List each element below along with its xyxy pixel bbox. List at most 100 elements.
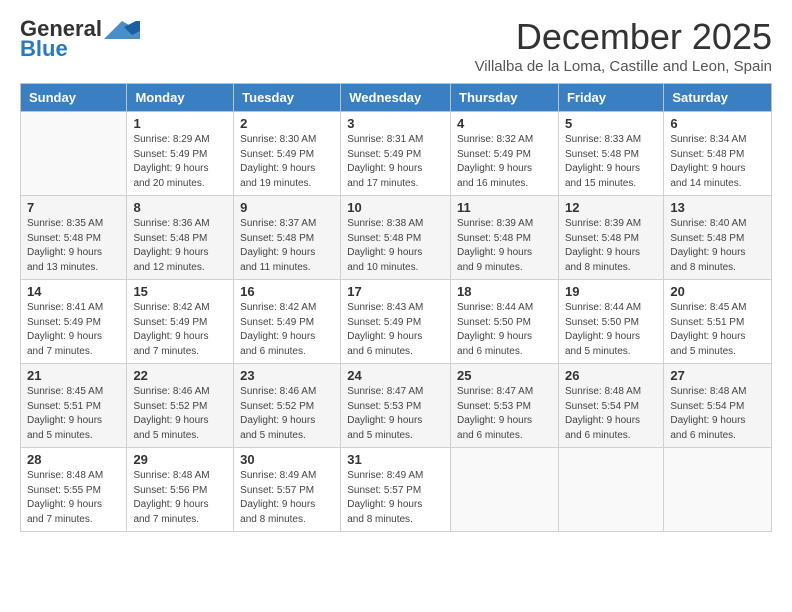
calendar-cell: 8 Sunrise: 8:36 AMSunset: 5:48 PMDaylight… xyxy=(127,196,234,280)
day-number: 20 xyxy=(670,284,765,299)
calendar-cell xyxy=(21,112,127,196)
calendar-cell xyxy=(451,448,559,532)
day-info: Sunrise: 8:49 AMSunset: 5:57 PMDaylight:… xyxy=(347,469,444,527)
day-number: 8 xyxy=(133,200,227,215)
day-info: Sunrise: 8:38 AMSunset: 5:48 PMDaylight:… xyxy=(347,217,444,275)
calendar-cell: 6Sunrise: 8:34 AMSunset: 5:48 PMDaylight… xyxy=(664,112,772,196)
week-row-5: 28 Sunrise: 8:48 AMSunset: 5:55 PMDayligh… xyxy=(21,448,772,532)
calendar-cell: 10 Sunrise: 8:38 AMSunset: 5:48 PMDayligh… xyxy=(341,196,451,280)
day-info: Sunrise: 8:43 AMSunset: 5:49 PMDaylight:… xyxy=(347,301,444,359)
day-info: Sunrise: 8:44 AMSunset: 5:50 PMDaylight:… xyxy=(457,301,552,359)
day-number: 15 xyxy=(133,284,227,299)
calendar-cell: 12Sunrise: 8:39 AMSunset: 5:48 PMDayligh… xyxy=(558,196,663,280)
logo: General Blue xyxy=(20,16,140,62)
calendar-cell: 7 Sunrise: 8:35 AMSunset: 5:48 PMDaylight… xyxy=(21,196,127,280)
header: General Blue December 2025 Villalba de l… xyxy=(20,16,772,75)
header-thursday: Thursday xyxy=(451,84,559,112)
calendar-cell: 22 Sunrise: 8:46 AMSunset: 5:52 PMDayligh… xyxy=(127,364,234,448)
calendar-cell: 9Sunrise: 8:37 AMSunset: 5:48 PMDaylight… xyxy=(234,196,341,280)
day-info: Sunrise: 8:31 AMSunset: 5:49 PMDaylight:… xyxy=(347,133,444,191)
calendar-table: SundayMondayTuesdayWednesdayThursdayFrid… xyxy=(20,83,772,532)
calendar-cell: 28 Sunrise: 8:48 AMSunset: 5:55 PMDayligh… xyxy=(21,448,127,532)
day-info: Sunrise: 8:41 AMSunset: 5:49 PMDaylight:… xyxy=(27,301,120,359)
day-number: 25 xyxy=(457,368,552,383)
day-number: 10 xyxy=(347,200,444,215)
day-info: Sunrise: 8:40 AMSunset: 5:48 PMDaylight:… xyxy=(670,217,765,275)
week-row-4: 21 Sunrise: 8:45 AMSunset: 5:51 PMDayligh… xyxy=(21,364,772,448)
week-row-1: 1 Sunrise: 8:29 AMSunset: 5:49 PMDaylight… xyxy=(21,112,772,196)
calendar-cell: 2Sunrise: 8:30 AMSunset: 5:49 PMDaylight… xyxy=(234,112,341,196)
calendar-cell: 11Sunrise: 8:39 AMSunset: 5:48 PMDayligh… xyxy=(451,196,559,280)
calendar-cell: 20Sunrise: 8:45 AMSunset: 5:51 PMDayligh… xyxy=(664,280,772,364)
day-number: 21 xyxy=(27,368,120,383)
calendar-cell: 16 Sunrise: 8:42 AMSunset: 5:49 PMDayligh… xyxy=(234,280,341,364)
month-title: December 2025 xyxy=(475,16,772,58)
day-number: 26 xyxy=(565,368,657,383)
day-number: 24 xyxy=(347,368,444,383)
day-number: 31 xyxy=(347,452,444,467)
day-number: 16 xyxy=(240,284,334,299)
calendar-cell: 1 Sunrise: 8:29 AMSunset: 5:49 PMDaylight… xyxy=(127,112,234,196)
day-number: 6 xyxy=(670,116,765,131)
day-info: Sunrise: 8:39 AMSunset: 5:48 PMDaylight:… xyxy=(565,217,657,275)
day-number: 27 xyxy=(670,368,765,383)
header-monday: Monday xyxy=(127,84,234,112)
calendar-cell: 15 Sunrise: 8:42 AMSunset: 5:49 PMDayligh… xyxy=(127,280,234,364)
calendar-cell: 21 Sunrise: 8:45 AMSunset: 5:51 PMDayligh… xyxy=(21,364,127,448)
day-info: Sunrise: 8:48 AMSunset: 5:55 PMDaylight:… xyxy=(27,469,120,527)
day-number: 1 xyxy=(133,116,227,131)
day-info: Sunrise: 8:33 AMSunset: 5:48 PMDaylight:… xyxy=(565,133,657,191)
day-info: Sunrise: 8:47 AMSunset: 5:53 PMDaylight:… xyxy=(347,385,444,443)
calendar-cell: 17 Sunrise: 8:43 AMSunset: 5:49 PMDayligh… xyxy=(341,280,451,364)
day-number: 28 xyxy=(27,452,120,467)
calendar-cell: 24 Sunrise: 8:47 AMSunset: 5:53 PMDayligh… xyxy=(341,364,451,448)
calendar-cell xyxy=(664,448,772,532)
day-number: 18 xyxy=(457,284,552,299)
day-info: Sunrise: 8:48 AMSunset: 5:56 PMDaylight:… xyxy=(133,469,227,527)
day-number: 5 xyxy=(565,116,657,131)
calendar-cell: 25 Sunrise: 8:47 AMSunset: 5:53 PMDayligh… xyxy=(451,364,559,448)
day-info: Sunrise: 8:39 AMSunset: 5:48 PMDaylight:… xyxy=(457,217,552,275)
week-row-3: 14 Sunrise: 8:41 AMSunset: 5:49 PMDayligh… xyxy=(21,280,772,364)
day-info: Sunrise: 8:48 AMSunset: 5:54 PMDaylight:… xyxy=(670,385,765,443)
day-info: Sunrise: 8:32 AMSunset: 5:49 PMDaylight:… xyxy=(457,133,552,191)
calendar-cell: 5 Sunrise: 8:33 AMSunset: 5:48 PMDaylight… xyxy=(558,112,663,196)
day-number: 7 xyxy=(27,200,120,215)
calendar-cell: 19Sunrise: 8:44 AMSunset: 5:50 PMDayligh… xyxy=(558,280,663,364)
location-title: Villalba de la Loma, Castille and Leon, … xyxy=(475,58,772,75)
calendar-cell: 3 Sunrise: 8:31 AMSunset: 5:49 PMDaylight… xyxy=(341,112,451,196)
calendar-cell: 27 Sunrise: 8:48 AMSunset: 5:54 PMDayligh… xyxy=(664,364,772,448)
day-number: 30 xyxy=(240,452,334,467)
day-info: Sunrise: 8:42 AMSunset: 5:49 PMDaylight:… xyxy=(240,301,334,359)
day-info: Sunrise: 8:29 AMSunset: 5:49 PMDaylight:… xyxy=(133,133,227,191)
day-info: Sunrise: 8:46 AMSunset: 5:52 PMDaylight:… xyxy=(240,385,334,443)
day-info: Sunrise: 8:36 AMSunset: 5:48 PMDaylight:… xyxy=(133,217,227,275)
header-sunday: Sunday xyxy=(21,84,127,112)
day-number: 22 xyxy=(133,368,227,383)
day-number: 13 xyxy=(670,200,765,215)
calendar-cell: 30Sunrise: 8:49 AMSunset: 5:57 PMDayligh… xyxy=(234,448,341,532)
calendar-header-row: SundayMondayTuesdayWednesdayThursdayFrid… xyxy=(21,84,772,112)
title-area: December 2025 Villalba de la Loma, Casti… xyxy=(475,16,772,75)
calendar-cell: 18 Sunrise: 8:44 AMSunset: 5:50 PMDayligh… xyxy=(451,280,559,364)
day-number: 17 xyxy=(347,284,444,299)
calendar-cell: 29 Sunrise: 8:48 AMSunset: 5:56 PMDayligh… xyxy=(127,448,234,532)
day-info: Sunrise: 8:46 AMSunset: 5:52 PMDaylight:… xyxy=(133,385,227,443)
day-number: 29 xyxy=(133,452,227,467)
day-info: Sunrise: 8:30 AMSunset: 5:49 PMDaylight:… xyxy=(240,133,334,191)
day-info: Sunrise: 8:35 AMSunset: 5:48 PMDaylight:… xyxy=(27,217,120,275)
day-number: 3 xyxy=(347,116,444,131)
calendar-cell: 13 Sunrise: 8:40 AMSunset: 5:48 PMDayligh… xyxy=(664,196,772,280)
calendar-cell: 4Sunrise: 8:32 AMSunset: 5:49 PMDaylight… xyxy=(451,112,559,196)
calendar-cell: 14 Sunrise: 8:41 AMSunset: 5:49 PMDayligh… xyxy=(21,280,127,364)
day-info: Sunrise: 8:45 AMSunset: 5:51 PMDaylight:… xyxy=(27,385,120,443)
week-row-2: 7 Sunrise: 8:35 AMSunset: 5:48 PMDaylight… xyxy=(21,196,772,280)
day-info: Sunrise: 8:42 AMSunset: 5:49 PMDaylight:… xyxy=(133,301,227,359)
day-info: Sunrise: 8:47 AMSunset: 5:53 PMDaylight:… xyxy=(457,385,552,443)
day-number: 23 xyxy=(240,368,334,383)
logo-text-blue: Blue xyxy=(20,36,68,62)
day-number: 19 xyxy=(565,284,657,299)
header-wednesday: Wednesday xyxy=(341,84,451,112)
header-tuesday: Tuesday xyxy=(234,84,341,112)
day-number: 14 xyxy=(27,284,120,299)
